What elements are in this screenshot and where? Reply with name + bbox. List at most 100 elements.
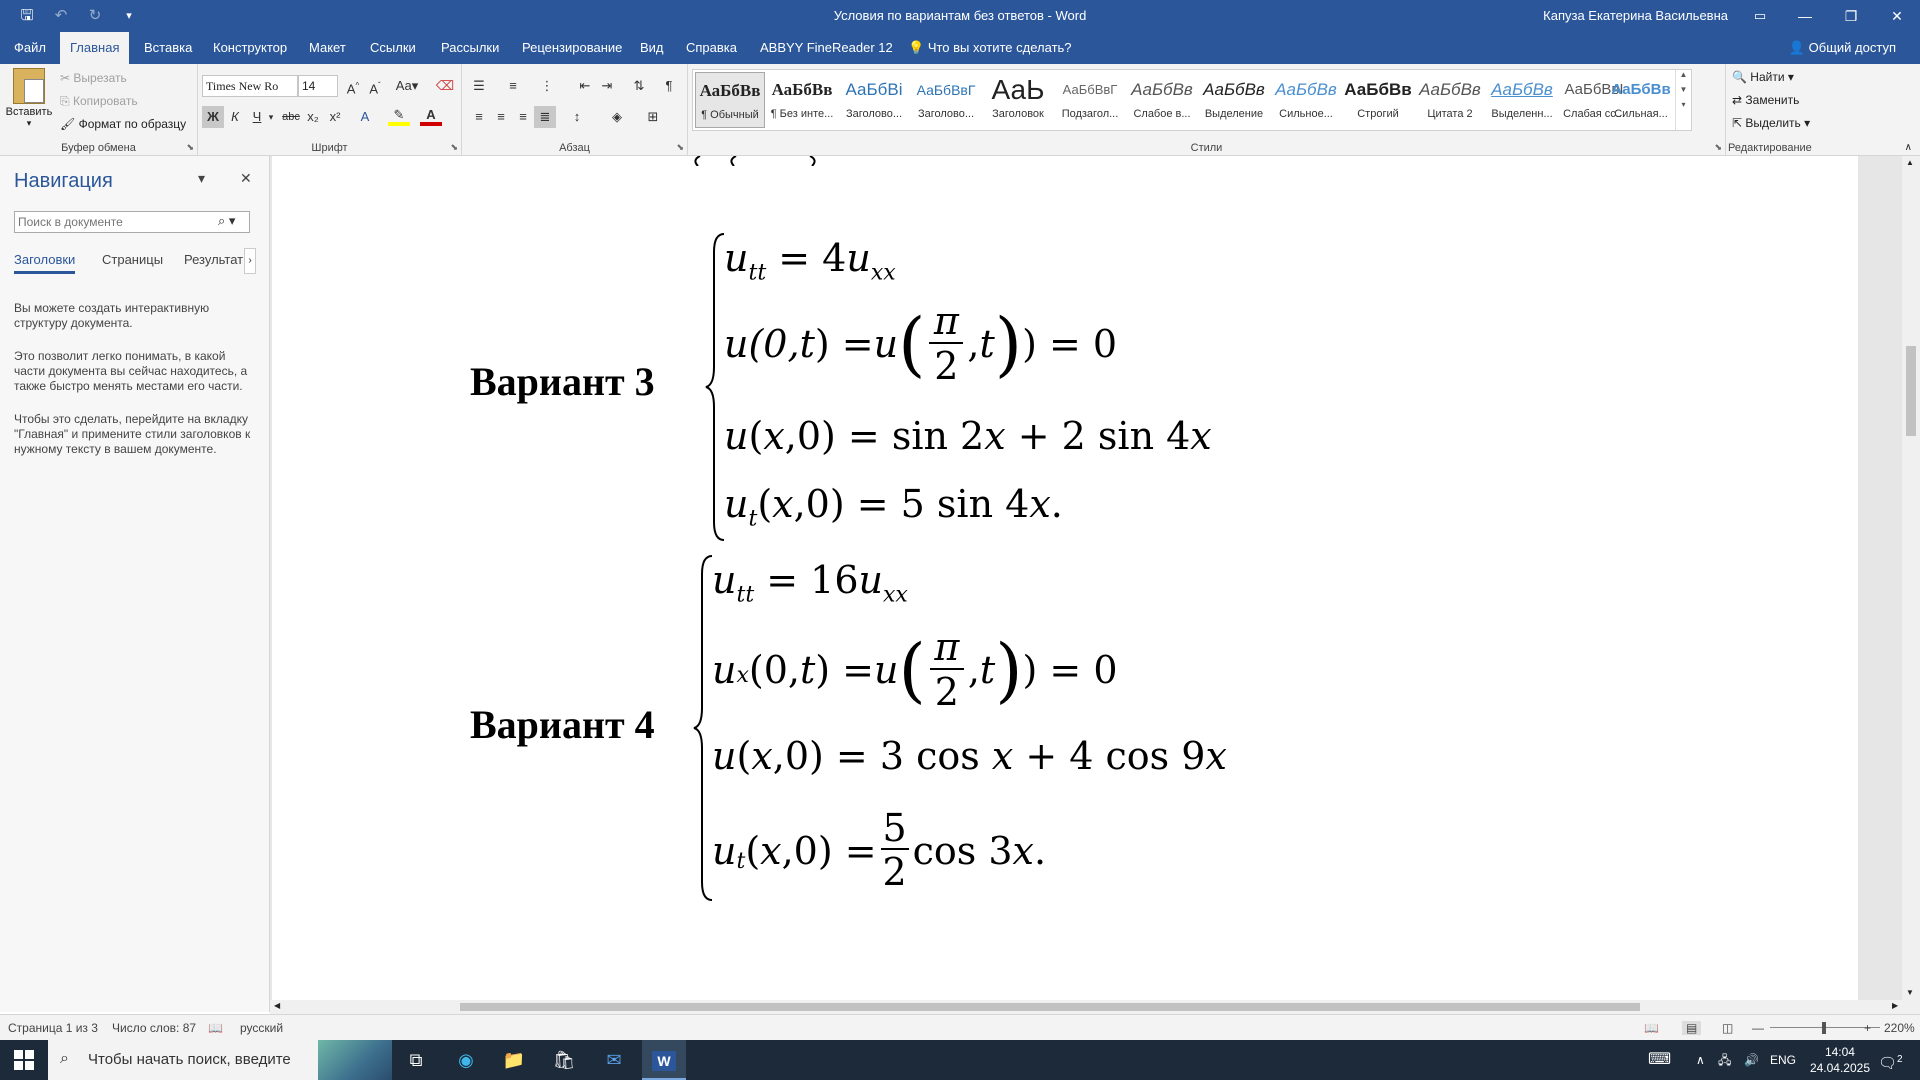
numbering-icon[interactable]: ≡ [502,75,524,97]
style-heading-2[interactable]: АаБбВвГ Заголово... [911,72,981,128]
align-center-icon[interactable]: ≡ [490,106,512,128]
dialog-launcher-icon[interactable]: ⬊ [450,142,458,153]
system-clock[interactable]: 14:04 24.04.2025 [1810,1044,1870,1076]
chevron-down-icon[interactable]: ▼ [1906,988,1914,997]
tab-file[interactable]: Файл [4,32,56,64]
strikethrough-button[interactable]: abc [280,106,302,128]
tab-design[interactable]: Конструктор [203,32,297,64]
edge-icon[interactable]: ◉ [452,1046,480,1074]
scrollbar-thumb[interactable] [460,1003,1640,1011]
chevron-right-icon[interactable]: › [244,248,256,274]
superscript-button[interactable]: x² [324,106,346,128]
justify-icon[interactable]: ≣ [534,106,556,128]
find-button[interactable]: 🔍 Найти ▾ [1732,70,1794,84]
style-quote-2[interactable]: АаБбВв Цитата 2 [1415,72,1485,128]
style-subtitle[interactable]: АаБбВвГ Подзагол... [1055,72,1125,128]
paste-button[interactable]: Вставить ▾ [4,68,54,138]
word-taskbar-icon[interactable]: W [642,1040,686,1080]
close-button[interactable]: ✕ [1874,0,1920,32]
tab-view[interactable]: Вид [630,32,674,64]
keyboard-icon[interactable]: ⌨ [1648,1040,1671,1080]
sort-icon[interactable]: ⇅ [628,75,650,97]
highlight-icon[interactable]: ✎ [388,106,410,126]
replace-button[interactable]: ⇄ Заменить [1732,93,1799,107]
style-emphasis[interactable]: АаБбВв Выделение [1199,72,1269,128]
cut-button[interactable]: ✂ Вырезать [60,71,127,85]
task-view-icon[interactable]: ⧉ [402,1046,430,1074]
chevron-up-icon[interactable]: ∧ [1696,1040,1705,1080]
gallery-scroll[interactable]: ▲ ▼ ▾ [1675,70,1691,130]
increase-indent-icon[interactable]: ⇥ [596,75,618,97]
change-case-button[interactable]: Aa▾ [392,75,422,97]
chevron-up-icon[interactable]: ▲ [1906,158,1914,167]
search-icon[interactable]: ⌕ ▾ [218,213,235,229]
chevron-down-icon[interactable]: ▼ [1676,85,1691,94]
style-normal[interactable]: АаБбВв ¶ Обычный [695,72,765,128]
web-layout-icon[interactable]: ◫ [1722,1021,1733,1035]
dialog-launcher-icon[interactable]: ⬊ [1714,142,1722,153]
proofing-icon[interactable]: 📖 [208,1021,223,1035]
vertical-scrollbar[interactable]: ▲ ▼ [1902,156,1920,1002]
windows-start-icon[interactable] [14,1050,34,1070]
read-mode-icon[interactable]: 📖 [1644,1021,1659,1035]
show-formatting-marks-icon[interactable]: ¶ [658,75,680,97]
font-name-box[interactable]: Times New Ro [202,75,298,97]
word-count[interactable]: Число слов: 87 [112,1021,196,1035]
store-icon[interactable]: 🛍 [550,1046,578,1074]
zoom-out-icon[interactable]: — [1752,1021,1764,1035]
close-icon[interactable]: ✕ [240,170,252,187]
subscript-button[interactable]: x₂ [302,106,324,128]
multilevel-list-icon[interactable]: ⋮ [536,75,558,97]
collapse-ribbon-icon[interactable]: ∧ [1905,142,1912,153]
tab-help[interactable]: Справка [676,32,747,64]
dialog-launcher-icon[interactable]: ⬊ [186,142,194,153]
bullets-icon[interactable]: ☰ [468,75,490,97]
style-title[interactable]: АаЬ Заголовок [983,72,1053,128]
copy-button[interactable]: ⎘ Копировать [60,94,138,109]
shading-icon[interactable]: ◈ [606,106,628,128]
tab-home[interactable]: Главная [60,32,130,64]
tab-insert[interactable]: Вставка [134,32,202,64]
bold-button[interactable]: Ж [202,106,224,128]
font-color-icon[interactable]: A [420,106,442,126]
restore-button[interactable]: ❐ [1828,0,1874,32]
volume-icon[interactable]: 🔊 [1744,1040,1759,1080]
tab-pages[interactable]: Страницы [102,252,163,267]
tab-references[interactable]: Ссылки [360,32,426,64]
style-intense-quote[interactable]: АаБбВв Выделенн... [1487,72,1557,128]
style-intense-emphasis[interactable]: АаБбВв Сильное... [1271,72,1341,128]
style-no-spacing[interactable]: АаБбВв ¶ Без инте... [767,72,837,128]
ribbon-display-options-icon[interactable]: ▭ [1750,6,1770,26]
shrink-font-icon[interactable]: Aˇ [364,75,386,97]
network-icon[interactable]: 🖧 [1718,1040,1731,1080]
align-right-icon[interactable]: ≡ [512,106,534,128]
tab-abbyy[interactable]: ABBYY FineReader 12 [750,32,903,64]
user-name[interactable]: Капуза Екатерина Васильевна [1543,8,1728,23]
grow-font-icon[interactable]: A^ [342,75,364,97]
chevron-right-icon[interactable]: ▶ [1892,1001,1898,1010]
tab-headings[interactable]: Заголовки [14,252,76,274]
scrollbar-thumb[interactable] [1906,346,1916,436]
chevron-up-icon[interactable]: ▲ [1676,70,1691,79]
horizontal-scrollbar[interactable]: ◀ ▶ [270,1000,1920,1014]
minimize-button[interactable]: — [1782,0,1828,32]
text-effects-icon[interactable]: A [354,106,376,128]
input-language[interactable]: ENG [1770,1040,1796,1080]
style-intense-reference[interactable]: АаБбВв Сильная... [1607,72,1675,128]
tab-review[interactable]: Рецензирование [512,32,632,64]
style-subtle-emphasis[interactable]: АаБбВв Слабое в... [1127,72,1197,128]
document-page[interactable]: Вариант 3 utt = 4uxx u(0, t) = u(π 2, t)) =… [272,156,1858,1002]
expand-gallery-icon[interactable]: ▾ [1676,100,1691,109]
mail-icon[interactable]: ✉ [600,1046,628,1074]
dialog-launcher-icon[interactable]: ⬊ [676,142,684,153]
chevron-left-icon[interactable]: ◀ [274,1001,280,1010]
tell-me-search[interactable]: 💡 Что вы хотите сделать? [898,32,1082,64]
line-spacing-icon[interactable]: ↕ [566,106,588,128]
borders-icon[interactable]: ⊞ [642,106,664,128]
decrease-indent-icon[interactable]: ⇤ [574,75,596,97]
search-input[interactable] [14,211,250,233]
style-strong[interactable]: АаБбВв Строгий [1343,72,1413,128]
nav-options-icon[interactable]: ▾ [198,170,205,187]
format-painter-button[interactable]: 🖌 Формат по образцу [60,117,186,131]
underline-button[interactable]: Ч [246,106,268,128]
